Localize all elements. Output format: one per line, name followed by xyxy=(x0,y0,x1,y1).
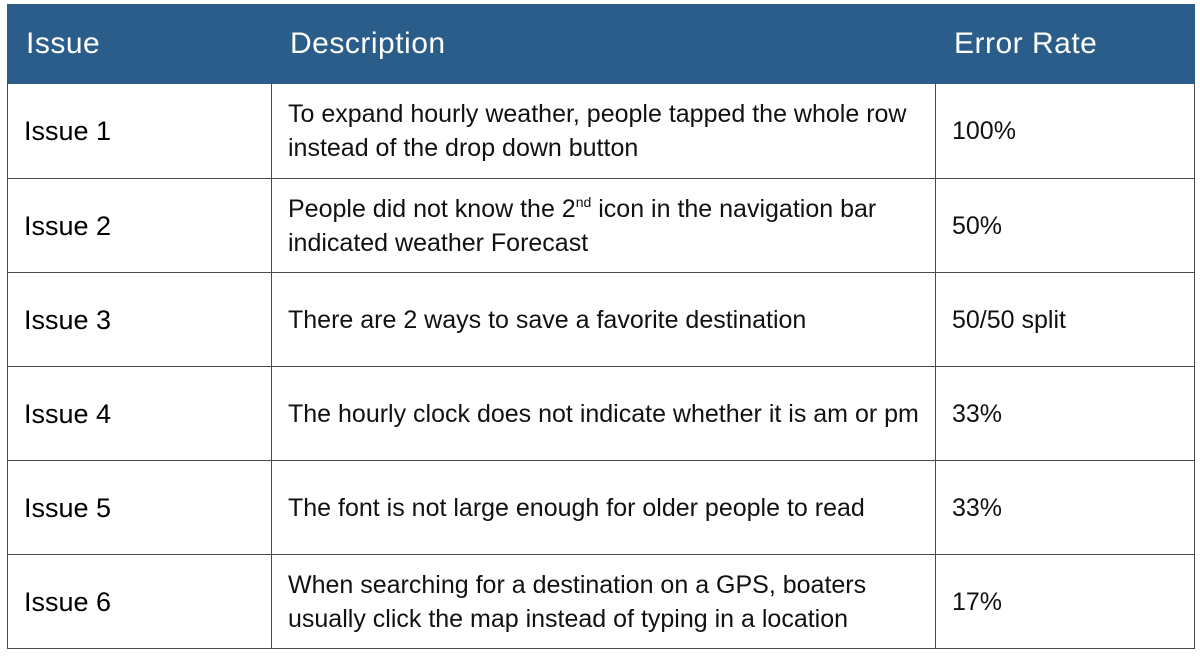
error-rate-cell: 50/50 split xyxy=(935,272,1195,367)
issue-cell: Issue 1 xyxy=(7,83,272,179)
issue-cell: Issue 6 xyxy=(7,554,272,649)
issue-cell: Issue 3 xyxy=(7,272,272,367)
table-header: Issue Description Error Rate xyxy=(7,4,1195,84)
table-row: Issue 1 To expand hourly weather, people… xyxy=(7,83,1195,179)
error-rate-cell: 33% xyxy=(935,460,1195,555)
issue-cell: Issue 5 xyxy=(7,460,272,555)
description-cell: There are 2 ways to save a favorite dest… xyxy=(271,272,936,367)
table-row: Issue 3 There are 2 ways to save a favor… xyxy=(7,272,1195,367)
ordinal-suffix: nd xyxy=(575,193,592,210)
usability-issues-table: Issue Description Error Rate Issue 1 To … xyxy=(7,4,1195,649)
description-text-part: People did not know the 2 xyxy=(288,194,576,223)
table-row: Issue 5 The font is not large enough for… xyxy=(7,460,1195,555)
description-cell: The font is not large enough for older p… xyxy=(271,460,936,555)
description-cell: People did not know the 2nd icon in the … xyxy=(271,178,936,273)
table-body: Issue 1 To expand hourly weather, people… xyxy=(7,83,1195,649)
table-row: Issue 6 When searching for a destination… xyxy=(7,554,1195,649)
issue-cell: Issue 2 xyxy=(7,178,272,273)
error-rate-cell: 17% xyxy=(935,554,1195,649)
description-cell: To expand hourly weather, people tapped … xyxy=(271,83,936,179)
table-row: Issue 2 People did not know the 2nd icon… xyxy=(7,178,1195,273)
error-rate-cell: 33% xyxy=(935,366,1195,461)
error-rate-cell: 100% xyxy=(935,83,1195,179)
description-cell: The hourly clock does not indicate wheth… xyxy=(271,366,936,461)
issue-cell: Issue 4 xyxy=(7,366,272,461)
table-row: Issue 4 The hourly clock does not indica… xyxy=(7,366,1195,461)
header-row: Issue Description Error Rate xyxy=(7,4,1195,84)
usability-issues-table-wrapper: Issue Description Error Rate Issue 1 To … xyxy=(7,4,1195,649)
header-description: Description xyxy=(271,4,936,84)
header-error-rate: Error Rate xyxy=(935,4,1195,84)
error-rate-cell: 50% xyxy=(935,178,1195,273)
description-cell: When searching for a destination on a GP… xyxy=(271,554,936,649)
header-issue: Issue xyxy=(7,4,272,84)
